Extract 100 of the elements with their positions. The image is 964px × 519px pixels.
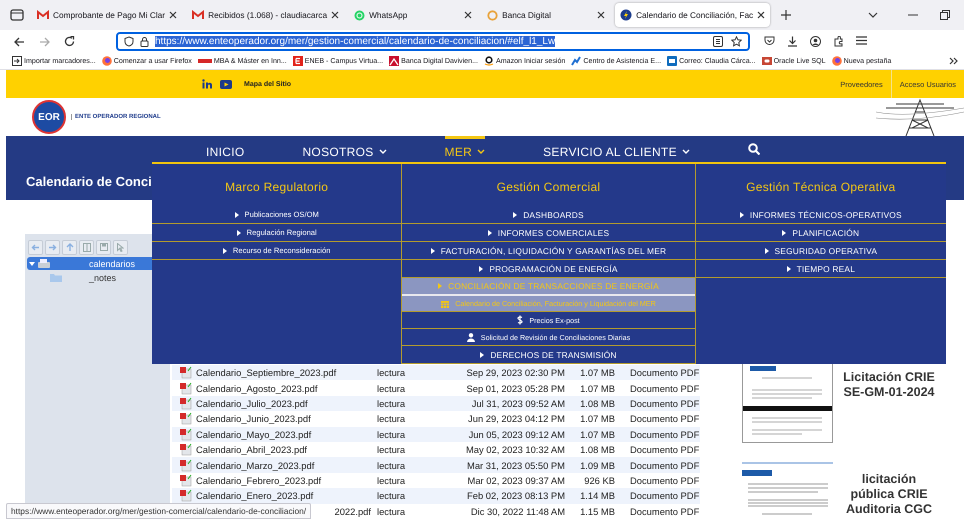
table-cell-text: Jun 29, 2023 04:12 PM	[467, 413, 565, 424]
address-bar[interactable]: https://www.enteoperador.org/mer/gestion-comercial/calendario-de-conciliacion/#elf_l1_Lw	[116, 32, 750, 51]
nav-item[interactable]: NOSOTROS	[302, 136, 387, 162]
file-name[interactable]: 2022.pdf	[334, 506, 371, 517]
chevron-down-icon[interactable]	[868, 12, 878, 18]
file-name[interactable]: Calendario_Julio_2023.pdf	[196, 398, 377, 410]
nav-item[interactable]: SERVICIO AL CLIENTE	[543, 136, 690, 162]
menu-item[interactable]: INFORMES TÉCNICOS-OPERATIVOS	[696, 206, 946, 224]
table-cell-text: 1.07 MB	[579, 413, 615, 424]
table-cell-text: 926 KB	[583, 475, 615, 486]
menu-item[interactable]: TIEMPO REAL	[696, 260, 946, 278]
tab-list-icon[interactable]	[10, 9, 24, 21]
cursor-icon	[117, 242, 124, 252]
file-name[interactable]: Calendario_Enero_2023.pdf	[196, 490, 377, 502]
notice-title[interactable]: pública CRIE	[850, 487, 928, 502]
file-name[interactable]: Calendario_Marzo_2023.pdf	[196, 460, 377, 471]
back-icon[interactable]	[14, 36, 25, 46]
browser-tab[interactable]: WhatsApp	[349, 3, 478, 27]
table-cell-text: lectura	[377, 382, 406, 394]
folder-item[interactable]: _notes	[27, 271, 168, 284]
menu-icon[interactable]	[856, 36, 867, 47]
logo-emblem[interactable]: EOR	[32, 100, 66, 134]
forward-icon	[48, 244, 57, 250]
notice-title[interactable]: Licitación CRIE	[843, 370, 935, 385]
table-cell-text: Sep 01, 2023 05:28 PM	[465, 382, 565, 394]
pocket-icon[interactable]	[764, 36, 775, 47]
linkedin-icon[interactable]	[202, 79, 212, 89]
arrow-icon	[513, 212, 518, 218]
pdf-file-icon	[180, 458, 192, 472]
table-cell: Documento PDF	[630, 475, 700, 486]
table-cell-text: May 02, 2023 10:32 AM	[464, 444, 565, 456]
menu-item[interactable]: FACTURACIÓN, LIQUIDACIÓN Y GARANTÍAS DEL MER	[402, 242, 695, 260]
minimize-icon[interactable]	[908, 14, 918, 16]
pdf-file-icon	[180, 443, 192, 456]
menu-heading: Marco Regulatorio	[224, 179, 330, 196]
table-cell-text: lectura	[377, 398, 406, 410]
file-name[interactable]: Calendario_Febrero_2023.pdf	[196, 475, 377, 486]
browser-tab[interactable]: Recibidos (1.068) - claudiacarca	[187, 3, 344, 27]
chat-icon	[354, 10, 366, 20]
puzzle-icon[interactable]	[833, 36, 844, 47]
browser-tab[interactable]: Comprobante de Pago Mi Clar	[32, 3, 182, 27]
arrow-icon	[438, 283, 442, 289]
video-play-icon[interactable]	[220, 80, 232, 88]
file-name[interactable]: Calendario_Abril_2023.pdf	[196, 444, 377, 456]
restore-icon[interactable]	[940, 10, 950, 20]
search-icon[interactable]	[748, 143, 760, 155]
menu-item[interactable]: INFORMES COMERCIALES	[402, 224, 695, 242]
shield-icon[interactable]	[124, 36, 134, 47]
table-cell-text: 1.08 MB	[579, 444, 615, 456]
table-cell-text: Mar 02, 2023 09:37 AM	[466, 475, 565, 486]
file-name[interactable]: Calendario_Septiembre_2023.pdf	[196, 367, 377, 378]
up-icon	[66, 243, 74, 251]
close-icon[interactable]	[331, 11, 340, 19]
menu-item[interactable]: DASHBOARDS	[402, 206, 695, 224]
menu-item[interactable]: DERECHOS DE TRANSMISIÓN	[402, 346, 695, 364]
arrow-icon	[488, 230, 492, 236]
nav-item[interactable]: INICIO	[206, 136, 244, 162]
gmail-icon	[37, 10, 49, 20]
table-cell-text: Jul 31, 2023 09:52 AM	[470, 398, 565, 410]
overflow-icon[interactable]	[949, 57, 958, 65]
browser-tab[interactable]: Calendario de Conciliación, Fac	[615, 3, 770, 27]
arrow-icon	[234, 212, 239, 218]
table-cell-text: 1.07 MB	[579, 382, 615, 394]
notice-title[interactable]: SE-GM-01-2024	[843, 385, 934, 400]
table-cell-text: Feb 02, 2023 08:13 PM	[466, 490, 565, 502]
arrow-icon	[786, 266, 791, 272]
menu-heading: Gestión Técnica Operativa	[745, 179, 896, 196]
download-icon[interactable]	[787, 36, 798, 47]
table-cell: Documento PDF	[630, 398, 700, 410]
close-icon[interactable]	[169, 11, 178, 19]
gmail-icon	[192, 10, 204, 20]
lock-icon[interactable]	[140, 36, 149, 47]
table-cell: Documento PDF	[630, 428, 700, 440]
close-icon[interactable]	[597, 11, 606, 19]
browser-tab[interactable]: Banca Digital	[482, 3, 610, 27]
drive-icon	[37, 258, 51, 269]
close-icon[interactable]	[464, 11, 472, 19]
table-cell-text: 1.08 MB	[579, 398, 615, 410]
notice-title[interactable]: Auditoria CGC	[846, 502, 932, 517]
account-icon[interactable]	[810, 36, 821, 47]
reader-view-icon[interactable]	[713, 36, 723, 47]
reload-icon[interactable]	[64, 36, 75, 47]
table-cell-text: Sep 29, 2023 02:30 PM	[465, 367, 565, 378]
menu-item[interactable]: PLANIFICACIÓN	[696, 224, 946, 242]
file-name[interactable]: Calendario_Agosto_2023.pdf	[196, 382, 377, 394]
user-icon	[466, 332, 475, 342]
dollar-icon	[517, 315, 524, 325]
pdf-file-icon	[180, 397, 192, 410]
new-tab-icon[interactable]	[781, 10, 792, 20]
arrow-icon	[479, 266, 484, 272]
ring-icon	[487, 10, 498, 20]
expand-triangle-icon[interactable]	[29, 262, 35, 266]
import-icon	[12, 56, 22, 66]
table-cell: Documento PDF	[630, 382, 700, 394]
menu-item[interactable]: SEGURIDAD OPERATIVA	[696, 242, 946, 260]
notice-title[interactable]: licitación	[862, 472, 916, 487]
close-icon[interactable]	[757, 11, 766, 19]
file-name[interactable]: Calendario_Mayo_2023.pdf	[196, 428, 377, 440]
file-name[interactable]: Calendario_Junio_2023.pdf	[196, 413, 377, 424]
star-icon[interactable]	[731, 36, 742, 47]
